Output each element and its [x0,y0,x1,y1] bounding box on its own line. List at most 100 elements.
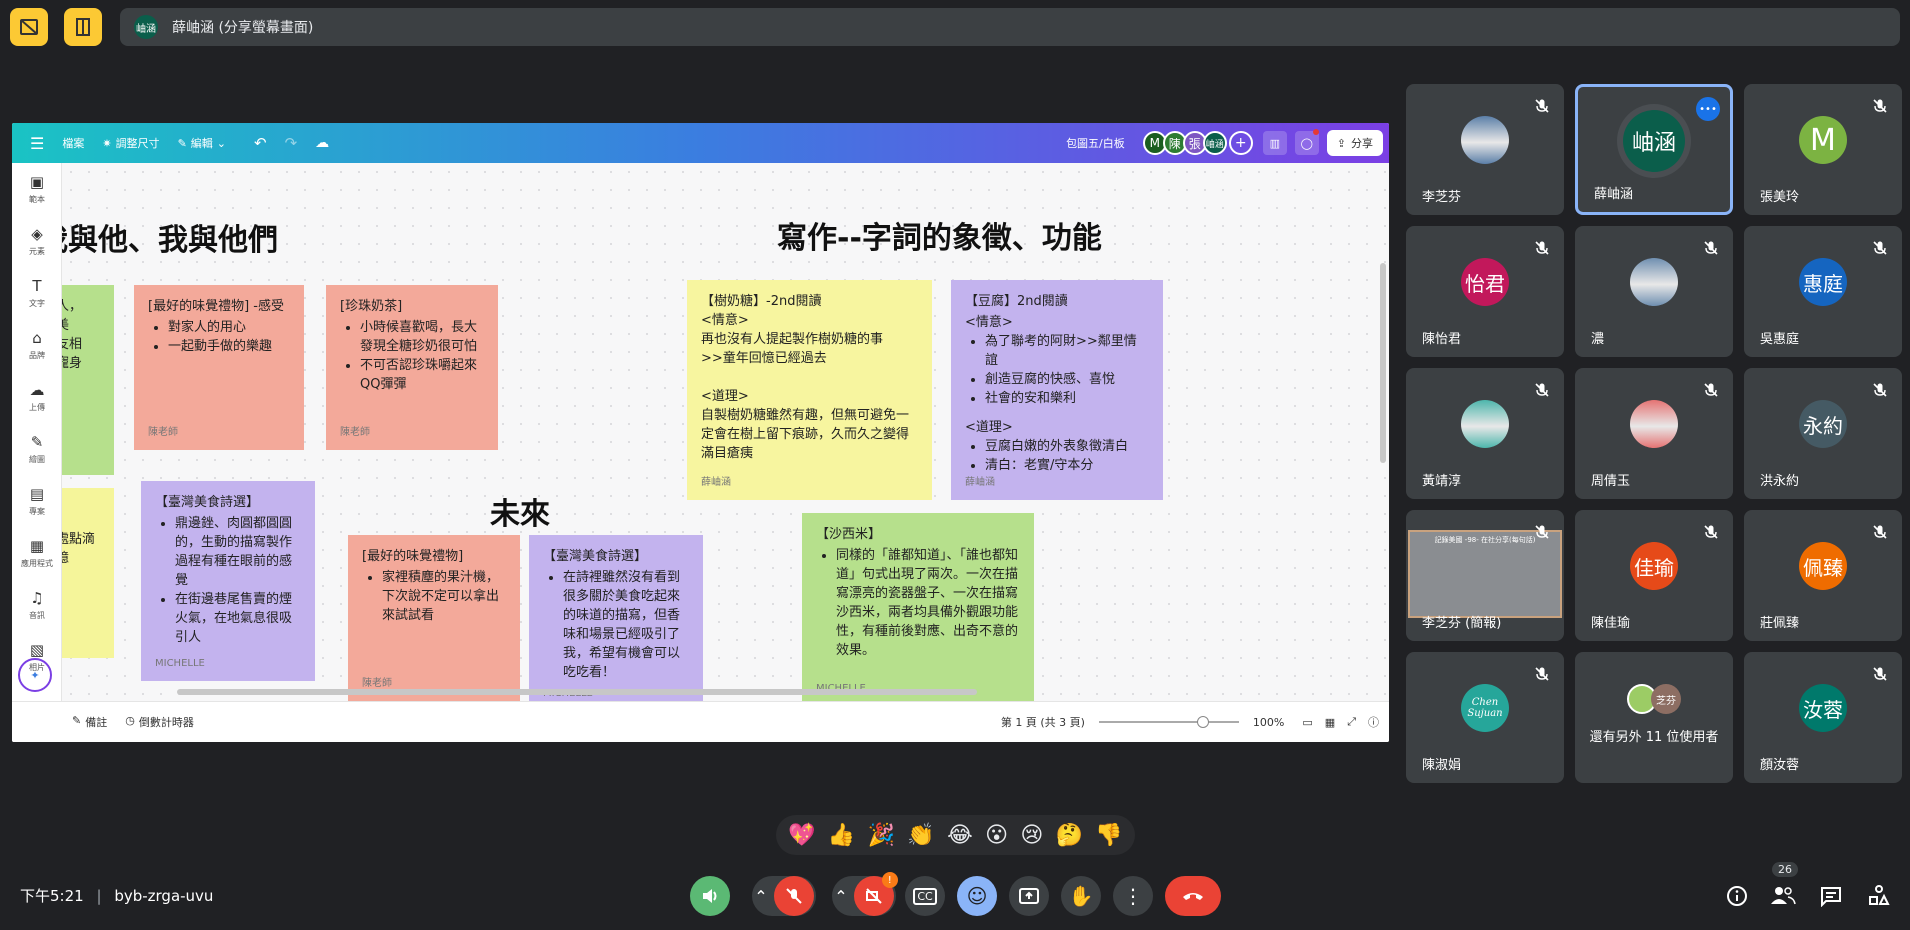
info-icon[interactable] [1726,885,1748,911]
more-options-button[interactable]: ⋮ [1113,876,1153,916]
zoom-level[interactable]: 100% [1253,716,1284,729]
participant-tile[interactable]: 黃靖淳 [1406,368,1564,499]
zoom-slider[interactable] [1098,716,1239,728]
building-icon-button[interactable] [64,8,102,46]
raise-hand-button[interactable]: ✋ [1061,876,1101,916]
sticky-note-sashimi[interactable]: 【沙西米】 同樣的「誰都知道」、「誰也都知道」句式出現了兩次。一次在描寫漂亮的瓷… [802,513,1034,701]
timer-button[interactable]: ◷ 倒數計時器 [125,714,194,730]
participant-tile[interactable]: 芝芬 還有另外 11 位使用者 [1575,652,1733,783]
sticky-note-taste-gift[interactable]: [最好的味覺禮物] -感受 對家人的用心一起動手做的樂趣 陳老師 [134,285,304,450]
captions-button[interactable]: CC [905,876,945,916]
chart-icon[interactable]: ▥ [1262,131,1287,155]
sidebar-item[interactable]: ▦ 應用程式 [12,527,62,579]
hamburger-icon[interactable]: ☰ [30,134,44,153]
camera-off-icon [865,888,882,904]
mic-off-icon [1534,382,1550,398]
sidebar-label: 繪圖 [29,455,45,464]
sidebar-item[interactable]: ☁ 上傳 [12,371,62,423]
participant-tile[interactable]: 汝蓉 顏汝蓉 [1744,652,1902,783]
sticky-note-left-1[interactable]: 人， 美友相 寵身 [62,285,114,475]
vertical-scrollbar[interactable] [1380,263,1386,463]
zoom-handle[interactable] [1196,716,1209,728]
participant-tile[interactable]: 佩臻 莊佩臻 [1744,510,1902,641]
edit-menu[interactable]: ✎ 編輯 ⌄ [178,135,226,151]
note-lines: 【樹奶糖】-2nd閱讀 <情意> 再也沒有人提起製作樹奶糖的事 >>童年回憶已經過去 <… [701,292,918,463]
emoji-button[interactable]: ☺ [957,876,997,916]
participant-tile[interactable]: 周倩玉 [1575,368,1733,499]
speaker-button[interactable] [690,876,730,916]
sidebar-item[interactable]: ✎ 繪圖 [12,423,62,475]
horizontal-scrollbar[interactable] [177,689,977,695]
resize-menu[interactable]: ✷ 調整尺寸 [102,135,159,151]
doc-title[interactable]: 包圖五/白板 [1066,135,1125,151]
presenter-label: 薛岫涵 (分享螢幕畫面) [172,20,314,36]
participant-tile[interactable]: 岫涵 ••• 薛岫涵 [1575,84,1733,215]
comment-icon[interactable]: ◯ [1294,129,1319,155]
grid-view-icon[interactable]: ▦ [1325,716,1335,729]
note-item: 為了聯考的阿財>>鄰里情誼 [985,332,1149,370]
sidebar-item[interactable]: T 文字 [12,267,62,319]
sidebar-item[interactable]: ▤ 專案 [12,475,62,527]
participant-name: 李芝芬 (簡報) [1422,616,1502,631]
collaborator-avatars: M 陳張岫涵 [1142,131,1227,155]
page-view-icon[interactable]: ▭ [1302,716,1312,729]
reaction-emoji[interactable]: 🎉 [868,823,895,848]
cloud-icon[interactable]: ☁ [315,135,329,151]
note-title: 【臺灣美食詩選】 [543,549,648,564]
reaction-emoji[interactable]: 😢 [1020,823,1043,848]
add-collaborator-icon[interactable]: + [1228,131,1253,155]
reaction-emoji[interactable]: 🤔 [1056,823,1083,848]
sidebar-item[interactable]: ⌂ 品牌 [12,319,62,371]
sticky-note-bubble-tea[interactable]: [珍珠奶茶] 小時候喜歡喝，長大發現全糖珍奶很可怕不可否認珍珠嚼起來QQ彈彈 陳… [326,285,498,450]
participant-tile[interactable]: 佳瑜 陳佳瑜 [1575,510,1733,641]
participant-tile[interactable]: 永約 洪永約 [1744,368,1902,499]
sticky-note-food-poems-2[interactable]: 【臺灣美食詩選】 在詩裡雖然沒有看到很多關於美食吃起來的味道的描寫，但香味和場景… [529,535,703,701]
mic-off-button[interactable] [773,876,814,916]
whiteboard-canvas[interactable]: 我與他、我與他們 寫作--字詞的象徵、功能 未來 人， 美友相 寵身 處點滴憶 [最… [62,163,1389,701]
reaction-emoji[interactable]: 💖 [788,823,815,848]
participant-tile[interactable]: M 張美玲 [1744,84,1902,215]
sidebar-item[interactable]: ♫ 音訊 [12,579,62,631]
leave-call-button[interactable] [1165,876,1221,916]
participant-tile[interactable]: 記錄美國 -98- 在社分享(每句話) 李芝芬 (簡報) [1406,510,1564,641]
file-menu[interactable]: 檔案 [62,135,84,151]
page-indicator[interactable]: 第 1 頁 (共 3 頁) [1001,714,1085,730]
people-button[interactable]: 26 [1770,862,1798,910]
participant-tile[interactable]: 惠庭 吳惠庭 [1744,226,1902,357]
present-button[interactable] [1009,876,1049,916]
participant-tile[interactable]: 李芝芬 [1406,84,1564,215]
redo-icon[interactable]: ↷ [285,134,298,152]
collaborator-avatar[interactable]: 岫涵 [1202,131,1227,155]
sidebar-item[interactable]: ▣ 範本 [12,163,62,215]
sidebar-item[interactable]: ◈ 元素 [12,215,62,267]
help-icon[interactable]: ⓘ [1368,714,1379,730]
sidebar-label: 元素 [29,247,45,256]
avatar [1630,400,1678,449]
layout-icon-button[interactable] [10,8,48,46]
sticky-note-taste-gift-2[interactable]: [最好的味覺禮物] 家裡積塵的果汁機，下次說不定可以拿出來試試看 陳老師 [348,535,520,701]
chevron-up-icon[interactable]: ⌃ [834,887,847,906]
reaction-emoji[interactable]: 👍 [828,823,855,848]
building-icon [76,18,90,36]
undo-icon[interactable]: ↶ [254,134,267,152]
fullscreen-icon[interactable]: ⤢ [1347,715,1356,729]
sticky-note-tree-candy[interactable]: 【樹奶糖】-2nd閱讀 <情意> 再也沒有人提起製作樹奶糖的事 >>童年回憶已經過去 <… [687,280,932,500]
camera-off-button[interactable]: ! [853,872,898,916]
sticky-note-left-2[interactable]: 處點滴憶 [62,488,114,658]
mic-off-icon [1872,666,1888,682]
sticky-note-tofu[interactable]: 【豆腐】2nd閱讀 <情意> 為了聯考的阿財>>鄰里情誼創造豆腐的快感、喜悅社會… [951,280,1163,500]
notes-button[interactable]: ✎ 備註 [72,714,107,730]
chat-icon[interactable] [1820,885,1842,911]
reaction-emoji[interactable]: 👎 [1095,823,1122,848]
sticky-note-food-poems-1[interactable]: 【臺灣美食詩選】 鼎邊銼、肉圓都圓圓的，生動的描寫製作過程有種在眼前的感覺在街邊… [141,481,315,681]
reaction-emoji[interactable]: 👏 [907,823,934,848]
chevron-up-icon[interactable]: ⌃ [754,887,767,906]
participant-tile[interactable]: Chen Sujuan 陳淑娟 [1406,652,1564,783]
participant-tile[interactable]: 怡君 陳怡君 [1406,226,1564,357]
activities-icon[interactable] [1868,884,1890,910]
participant-tile[interactable]: 濃 [1575,226,1733,357]
reaction-emoji[interactable]: 😂 [947,823,973,848]
magic-icon[interactable]: ✦ [18,658,52,692]
reaction-emoji[interactable]: 😮 [985,823,1008,848]
share-button[interactable]: ⇪ 分享 [1326,130,1383,156]
